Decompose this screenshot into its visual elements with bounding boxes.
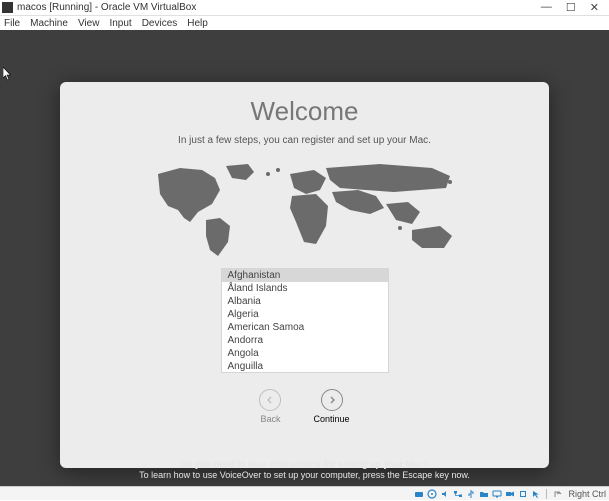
menu-help[interactable]: Help — [187, 18, 208, 29]
window-title: macos [Running] - Oracle VM VirtualBox — [17, 2, 196, 13]
disk-icon[interactable] — [414, 489, 424, 499]
menu-input[interactable]: Input — [109, 18, 131, 29]
list-item[interactable]: Algeria — [222, 308, 388, 321]
list-item[interactable]: Albania — [222, 295, 388, 308]
keyboard-icon — [552, 489, 562, 499]
voiceover-hint: Do you need to hear instructions for set… — [0, 459, 609, 482]
voiceover-line1: Do you need to hear instructions for set… — [0, 459, 609, 471]
display-icon[interactable] — [492, 489, 502, 499]
list-item[interactable]: Angola — [222, 347, 388, 360]
shared-folders-icon[interactable] — [479, 489, 489, 499]
setup-title: Welcome — [251, 96, 359, 127]
usb-icon[interactable] — [466, 489, 476, 499]
network-icon[interactable] — [453, 489, 463, 499]
list-item[interactable]: Åland Islands — [222, 282, 388, 295]
back-label: Back — [260, 414, 280, 424]
world-map-image — [140, 160, 470, 262]
arrow-left-icon — [259, 389, 281, 411]
vm-display[interactable]: Welcome In just a few steps, you can reg… — [0, 30, 609, 486]
setup-assistant-window: Welcome In just a few steps, you can reg… — [60, 82, 549, 468]
arrow-right-icon — [321, 389, 343, 411]
separator — [546, 489, 547, 499]
country-list[interactable]: Afghanistan Åland Islands Albania Algeri… — [221, 268, 389, 373]
optical-icon[interactable] — [427, 489, 437, 499]
continue-button[interactable]: Continue — [313, 389, 349, 424]
host-key-label: Right Ctrl — [568, 489, 606, 499]
menu-devices[interactable]: Devices — [142, 18, 178, 29]
list-item[interactable]: Anguilla — [222, 360, 388, 373]
audio-icon[interactable] — [440, 489, 450, 499]
menu-machine[interactable]: Machine — [30, 18, 68, 29]
list-item[interactable]: Afghanistan — [222, 269, 388, 282]
menu-bar: File Machine View Input Devices Help — [0, 16, 609, 30]
maximize-button[interactable]: ☐ — [566, 1, 576, 14]
minimize-button[interactable]: — — [541, 1, 552, 14]
status-bar: Right Ctrl — [0, 486, 609, 500]
window-controls: — ☐ ✕ — [541, 1, 599, 14]
title-bar: macos [Running] - Oracle VM VirtualBox —… — [0, 0, 609, 16]
navigation-buttons: Back Continue — [259, 389, 349, 424]
recording-icon[interactable] — [505, 489, 515, 499]
cpu-icon[interactable] — [518, 489, 528, 499]
menu-file[interactable]: File — [4, 18, 20, 29]
back-button: Back — [259, 389, 281, 424]
app-icon — [2, 2, 13, 13]
list-item[interactable]: Andorra — [222, 334, 388, 347]
menu-view[interactable]: View — [78, 18, 100, 29]
mouse-integration-icon[interactable] — [531, 489, 541, 499]
close-button[interactable]: ✕ — [590, 1, 599, 14]
cursor-icon — [3, 67, 13, 84]
voiceover-line2: To learn how to use VoiceOver to set up … — [0, 470, 609, 482]
setup-subtitle: In just a few steps, you can register an… — [178, 135, 431, 146]
continue-label: Continue — [313, 414, 349, 424]
list-item[interactable]: American Samoa — [222, 321, 388, 334]
